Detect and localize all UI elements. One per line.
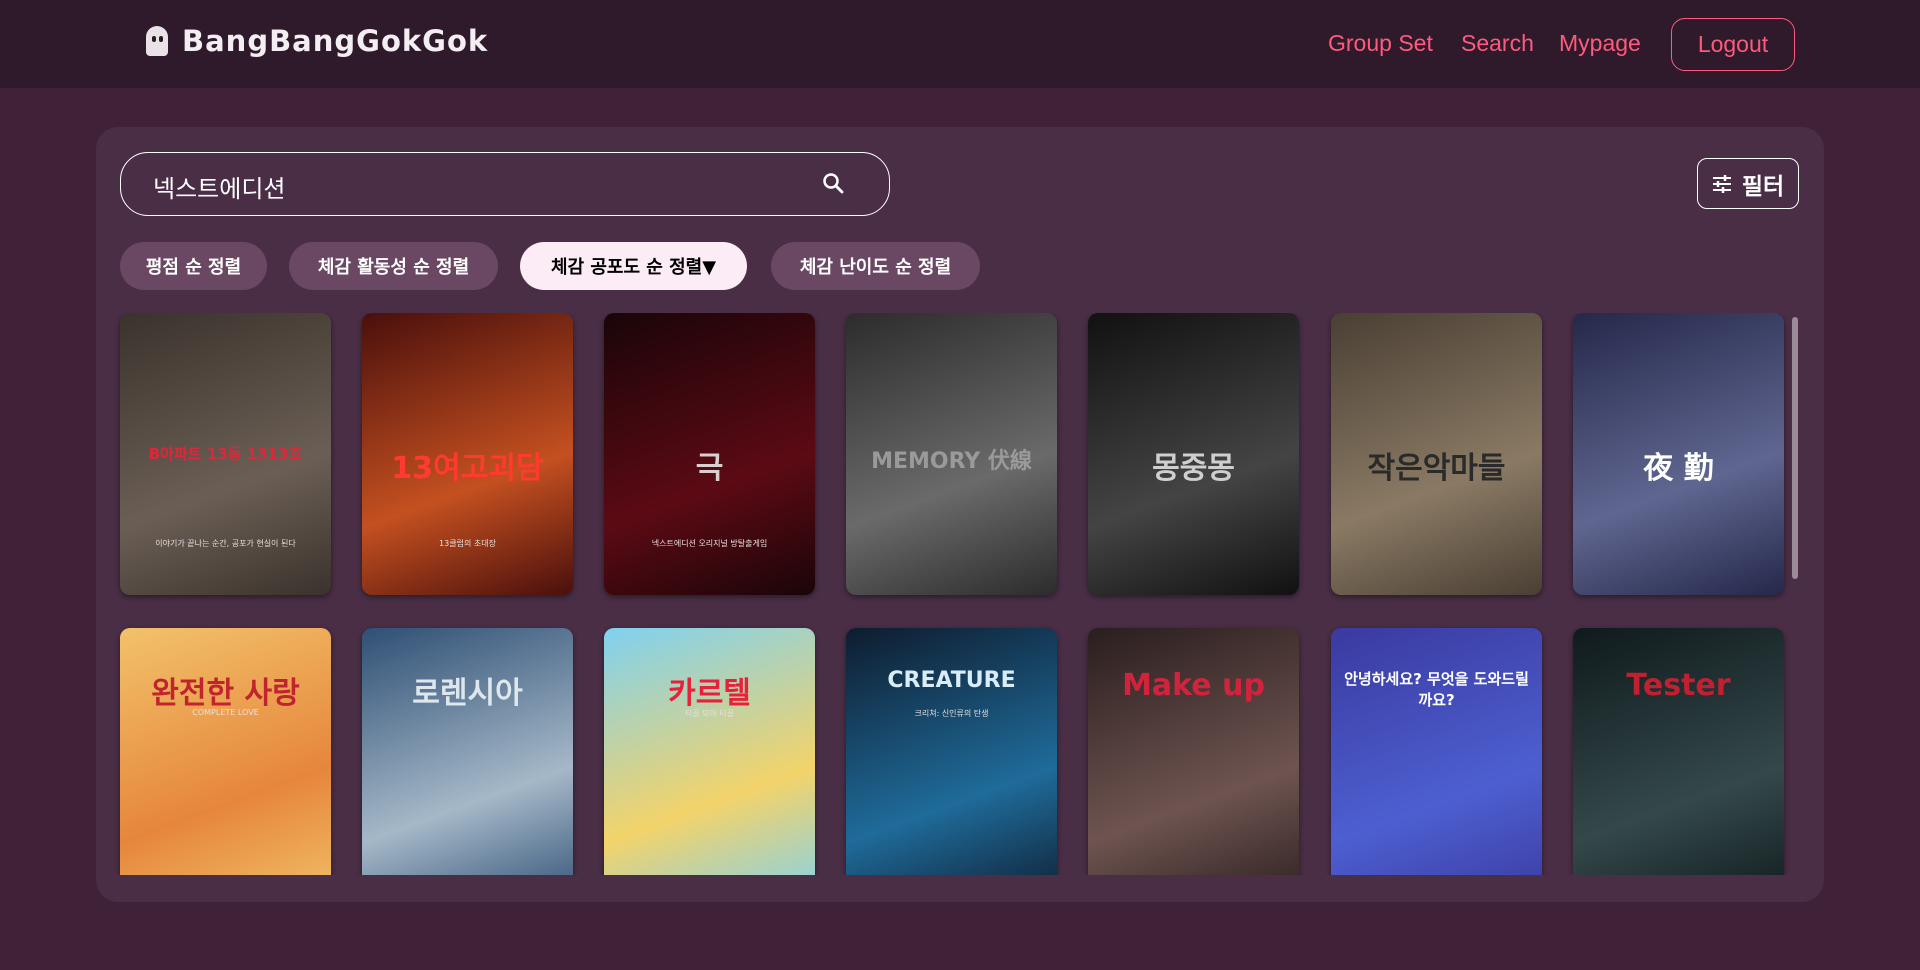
poster-subtitle: 티끌 모아 티끌 — [684, 709, 735, 718]
nav-search-link[interactable]: Search — [1461, 30, 1534, 57]
poster-title: 작은악마들 — [1367, 451, 1506, 486]
theme-poster-card[interactable]: 夜 勤 — [1573, 313, 1784, 595]
theme-grid: B아파트 13동 1313호 이야기가 끝나는 순간, 공포가 현실이 된다 13여… — [96, 313, 1824, 875]
sort-difficulty-button[interactable]: 체감 난이도 순 정렬 — [771, 242, 980, 290]
theme-poster-card[interactable]: 로렌시아 — [362, 628, 573, 875]
poster-title: CREATURE — [887, 668, 1016, 693]
theme-poster-card[interactable]: 카르텔 티끌 모아 티끌 — [604, 628, 815, 875]
poster-title: MEMORY 伏線 — [871, 449, 1032, 474]
poster-title: 로렌시아 — [412, 676, 523, 711]
poster-subtitle: 13클럽의 초대장 — [439, 539, 496, 548]
logo-text: BangBangGokGok — [182, 24, 489, 58]
sort-label: 평점 순 정렬 — [145, 257, 242, 278]
theme-poster-card[interactable]: 완전한 사랑 COMPLETE LOVE — [120, 628, 331, 875]
sort-label: 체감 공포도 순 정렬▼ — [550, 257, 717, 278]
poster-title: 몽중몽 — [1152, 451, 1235, 486]
logout-button[interactable]: Logout — [1671, 18, 1795, 71]
nav-group-set-link[interactable]: Group Set — [1328, 30, 1433, 57]
poster-title: 완전한 사랑 — [151, 676, 300, 711]
poster-subtitle: 이야기가 끝나는 순간, 공포가 현실이 된다 — [155, 539, 296, 548]
poster-title: 극 — [695, 451, 724, 486]
theme-poster-card[interactable]: 13여고괴담 13클럽의 초대장 — [362, 313, 573, 595]
sort-fear-button[interactable]: 체감 공포도 순 정렬▼ — [520, 242, 747, 290]
search-icon[interactable] — [821, 171, 845, 195]
top-navbar: BangBangGokGok Group Set Search Mypage L… — [0, 0, 1920, 88]
poster-title: 안녕하세요? 무엇을 도와드릴까요? — [1344, 670, 1529, 709]
theme-poster-card[interactable]: B아파트 13동 1313호이야기가 끝나는 순간, 공포가 현실이 된다 — [120, 313, 331, 595]
poster-title: 13여고괴담 — [391, 451, 544, 486]
theme-poster-card[interactable]: MEMORY 伏線 — [846, 313, 1057, 595]
filter-button[interactable]: 필터 — [1697, 158, 1799, 209]
main-panel: 넥스트에디션 필터 평점 순 정렬 체감 활동성 순 정렬 체감 공포도 순 정… — [96, 127, 1824, 902]
theme-poster-card[interactable]: Tester — [1573, 628, 1784, 875]
logo[interactable]: BangBangGokGok — [144, 24, 488, 58]
nav-mypage-link[interactable]: Mypage — [1559, 30, 1641, 57]
sort-label: 체감 난이도 순 정렬 — [799, 257, 952, 278]
sort-activity-button[interactable]: 체감 활동성 순 정렬 — [289, 242, 498, 290]
theme-poster-card[interactable]: 안녕하세요? 무엇을 도와드릴까요? — [1331, 628, 1542, 875]
theme-poster-card[interactable]: 작은악마들 — [1331, 313, 1542, 595]
poster-title: 夜 勤 — [1643, 451, 1714, 486]
theme-poster-card[interactable]: CREATURE 크리쳐: 신인류의 탄생 — [846, 628, 1057, 875]
poster-title: 카르텔 — [668, 676, 751, 711]
theme-poster-card[interactable]: 극넥스트에디션 오리지널 방탈출게임 — [604, 313, 815, 595]
sort-rating-button[interactable]: 평점 순 정렬 — [120, 242, 267, 290]
ghost-icon — [144, 24, 170, 58]
filter-label: 필터 — [1741, 173, 1785, 200]
poster-title: B아파트 13동 1313호 — [148, 445, 303, 463]
poster-title: Make up — [1122, 668, 1265, 703]
sliders-icon — [1712, 174, 1731, 193]
theme-poster-card[interactable]: Make up — [1088, 628, 1299, 875]
search-query-text: 넥스트에디션 — [153, 175, 286, 203]
poster-title: Tester — [1626, 668, 1731, 703]
theme-poster-card[interactable]: 몽중몽 — [1088, 313, 1299, 595]
poster-subtitle: COMPLETE LOVE — [192, 708, 259, 717]
poster-subtitle: 넥스트에디션 오리지널 방탈출게임 — [651, 539, 768, 548]
grid-scrollbar[interactable] — [1792, 317, 1798, 579]
search-input[interactable]: 넥스트에디션 — [120, 152, 890, 216]
sort-label: 체감 활동성 순 정렬 — [317, 257, 470, 278]
poster-subtitle: 크리쳐: 신인류의 탄생 — [914, 709, 989, 718]
